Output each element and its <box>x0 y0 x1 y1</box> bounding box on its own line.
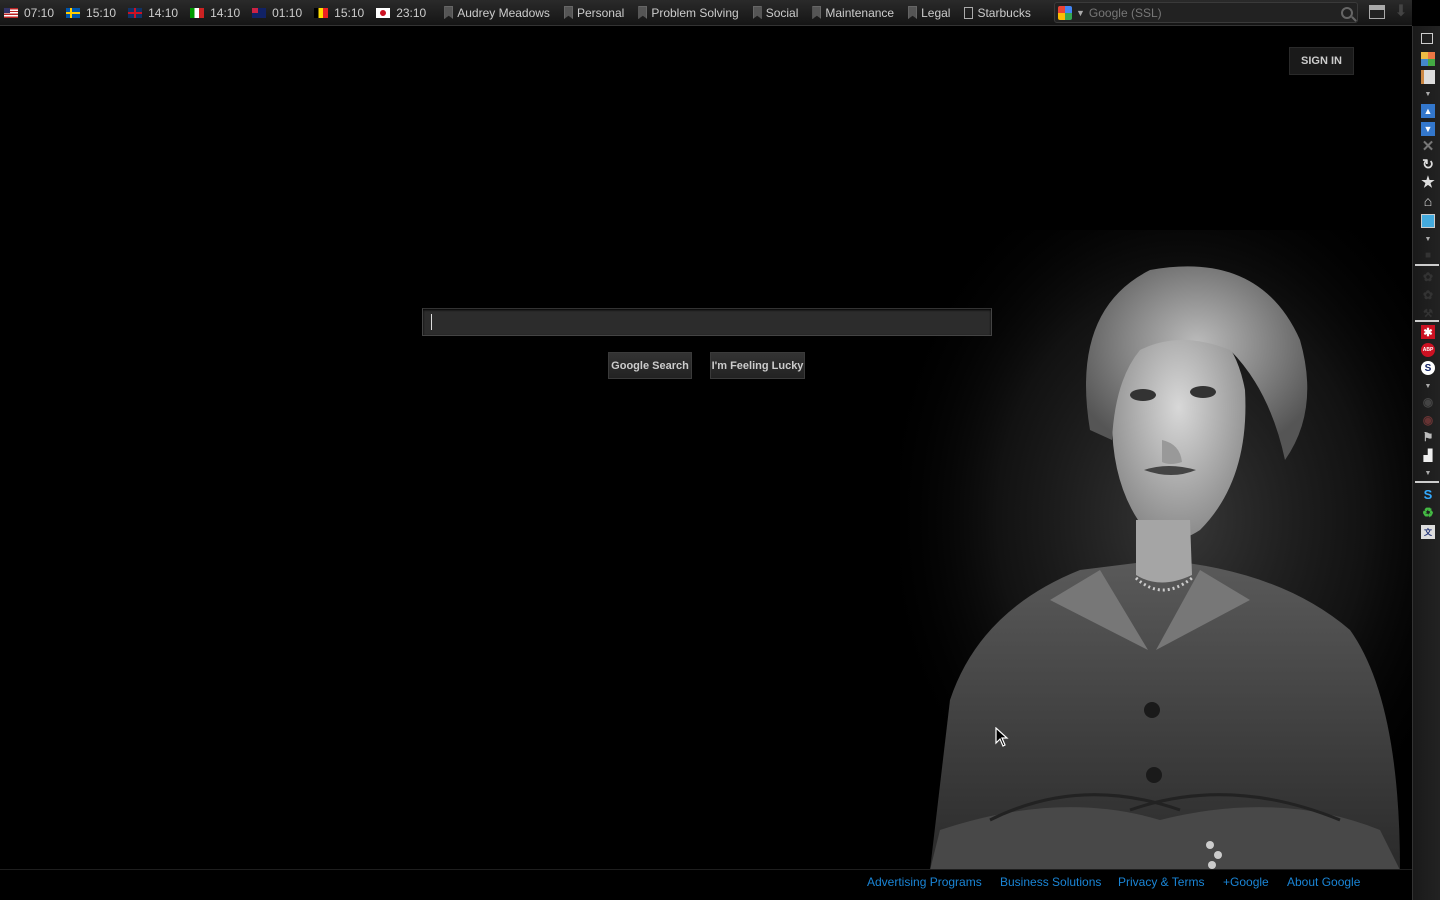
text-cursor <box>431 314 432 330</box>
dropdown-icon[interactable]: ▼ <box>1421 87 1435 101</box>
flag-icon[interactable]: ⚑ <box>1421 430 1435 444</box>
feeling-lucky-button[interactable]: I'm Feeling Lucky <box>710 352 805 379</box>
bookmark-folder-icon <box>812 6 822 19</box>
footer-link-google-plus[interactable]: +Google <box>1223 875 1269 889</box>
footer: Advertising Programs Business Solutions … <box>0 869 1412 900</box>
italy-flag-icon <box>190 7 205 18</box>
bookmark-folder-icon <box>908 6 918 19</box>
notes-icon[interactable] <box>1421 70 1435 84</box>
extensions-sidebar: ▼ ▲ ▼ ✕ ↻ ★ ⌂ ▼ ■ ✿ ✿ ⚒ ✱ ABP S ▼ ◉ ◉ ⚑ … <box>1412 26 1440 900</box>
globe-icon[interactable]: ◉ <box>1421 395 1435 409</box>
download-icon[interactable]: ⬇ <box>1393 4 1409 20</box>
dropdown-icon[interactable]: ▼ <box>1421 232 1435 246</box>
search-input[interactable] <box>422 308 992 336</box>
window-icon[interactable] <box>1369 5 1385 19</box>
clock-jp[interactable]: 23:10 <box>376 6 434 20</box>
bookmark-personal[interactable]: Personal <box>560 6 628 20</box>
wrench-icon[interactable]: ⚒ <box>1421 306 1435 320</box>
clock-time: 23:10 <box>396 5 427 20</box>
clock-time: 14:10 <box>210 5 241 20</box>
clock-it[interactable]: 14:10 <box>190 6 248 20</box>
search-engine-box[interactable]: ▼ Google (SSL) <box>1054 2 1358 23</box>
tab-icon[interactable] <box>1421 214 1435 228</box>
bookmark-problem-solving[interactable]: Problem Solving <box>634 6 742 20</box>
tabs-icon[interactable] <box>1421 33 1433 44</box>
australia-flag-icon <box>252 7 267 18</box>
clock-time: 07:10 <box>24 5 55 20</box>
gear-icon[interactable]: ✿ <box>1421 270 1435 284</box>
cross-icon[interactable]: ✱ <box>1421 325 1435 339</box>
bookmark-social[interactable]: Social <box>749 6 803 20</box>
camera-icon[interactable]: ■ <box>1421 248 1435 262</box>
footer-link-privacy[interactable]: Privacy & Terms <box>1118 875 1204 889</box>
clock-us[interactable]: 07:10 <box>4 6 62 20</box>
dropdown-icon[interactable]: ▼ <box>1421 379 1435 393</box>
sweden-flag-icon <box>66 7 81 18</box>
reload-icon[interactable]: ↻ <box>1421 156 1435 172</box>
search-icon[interactable] <box>1341 6 1353 19</box>
us-flag-icon <box>4 7 18 18</box>
clock-time: 01:10 <box>272 5 303 20</box>
sidebar-divider <box>1415 264 1439 266</box>
bookmark-label: Legal <box>921 5 951 20</box>
clock-time: 15:10 <box>334 5 365 20</box>
clock-be[interactable]: 15:10 <box>314 6 372 20</box>
search-engine-placeholder[interactable]: Google (SSL) <box>1089 6 1162 20</box>
puzzle-icon[interactable]: ▟ <box>1421 448 1435 462</box>
clock-se[interactable]: 15:10 <box>66 6 124 20</box>
bookmark-label: Audrey Meadows <box>457 5 550 20</box>
bookmark-label: Social <box>765 5 799 20</box>
bookmark-audrey-meadows[interactable]: Audrey Meadows <box>440 6 554 20</box>
uk-flag-icon <box>128 7 143 18</box>
bookmark-folder-icon <box>563 6 573 19</box>
footer-link-business[interactable]: Business Solutions <box>1000 875 1101 889</box>
clock-time: 15:10 <box>86 5 117 20</box>
chevron-down-icon[interactable]: ▼ <box>1076 8 1085 18</box>
clock-gb[interactable]: 14:10 <box>128 6 186 20</box>
bookmark-maintenance[interactable]: Maintenance <box>808 6 898 20</box>
japan-flag-icon <box>376 7 391 18</box>
bookmark-starbucks[interactable]: Starbucks <box>960 6 1034 20</box>
sidebar-divider <box>1415 320 1439 322</box>
bookmark-label: Personal <box>576 5 625 20</box>
bookmark-legal[interactable]: Legal <box>904 6 954 20</box>
sidebar-divider <box>1415 481 1439 483</box>
bookmark-label: Maintenance <box>825 5 895 20</box>
footer-link-advertising[interactable]: Advertising Programs <box>867 875 982 889</box>
star-icon[interactable]: ★ <box>1421 174 1435 191</box>
mouse-pointer-icon <box>995 727 1009 747</box>
clock-au[interactable]: 01:10 <box>252 6 310 20</box>
footer-link-about[interactable]: About Google <box>1287 875 1360 889</box>
clock-time: 14:10 <box>148 5 179 20</box>
google-icon[interactable] <box>1058 5 1072 20</box>
dropdown-icon[interactable]: ▼ <box>1421 466 1435 480</box>
bookmark-folder-icon <box>444 6 454 19</box>
bookmark-up-icon[interactable]: ▲ <box>1421 104 1435 118</box>
apps-icon[interactable] <box>1421 52 1435 66</box>
bookmark-down-icon[interactable]: ▼ <box>1421 122 1435 136</box>
globe-icon[interactable]: ◉ <box>1421 413 1435 427</box>
translate-icon[interactable]: 文 <box>1421 525 1435 539</box>
belgium-flag-icon <box>314 7 329 18</box>
close-icon[interactable]: ✕ <box>1421 138 1435 155</box>
adblock-icon[interactable]: ABP <box>1421 343 1435 357</box>
skype-icon[interactable]: S <box>1421 361 1435 375</box>
s-icon[interactable]: S <box>1421 487 1435 502</box>
bookmark-folder-icon <box>752 6 762 19</box>
google-search-button[interactable]: Google Search <box>608 352 692 379</box>
sign-in-button[interactable]: SIGN IN <box>1289 47 1354 75</box>
home-icon[interactable]: ⌂ <box>1421 193 1435 209</box>
bookmark-label: Problem Solving <box>651 5 739 20</box>
gear-icon[interactable]: ✿ <box>1421 288 1435 302</box>
bookmark-folder-icon <box>638 6 648 19</box>
bookmark-page-icon <box>964 6 974 19</box>
bookmark-label: Starbucks <box>977 5 1031 20</box>
recycle-icon[interactable]: ♻ <box>1421 505 1435 520</box>
